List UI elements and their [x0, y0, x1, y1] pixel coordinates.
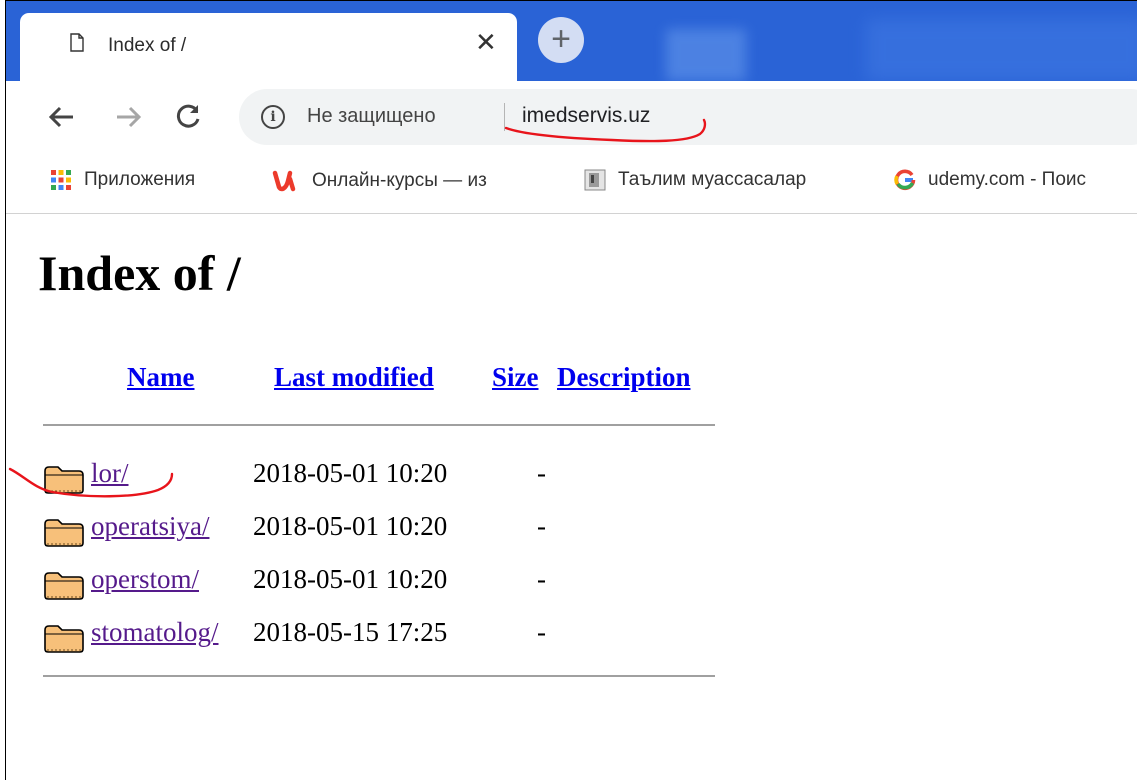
- tab-title: Index of /: [108, 35, 187, 56]
- reload-icon: [176, 104, 200, 128]
- bookmark-label: Таълим муассасалар: [618, 169, 807, 190]
- bookmark-online-courses[interactable]: Онлайн-курсы — из: [272, 169, 564, 197]
- address-bar[interactable]: i Не защищено imedservis.uz: [239, 89, 1137, 145]
- table-row: operstom/ 2018-05-01 10:20 -: [43, 558, 743, 602]
- toolbar: i Не защищено imedservis.uz: [6, 81, 1137, 153]
- modified-date: 2018-05-01 10:20: [253, 458, 448, 488]
- url-text[interactable]: imedservis.uz: [522, 104, 650, 128]
- tab-strip: Index of / ✕ +: [6, 1, 1137, 81]
- table-row: stomatolog/ 2018-05-15 17:25 -: [43, 611, 743, 655]
- folder-link-operatsiya[interactable]: operatsiya/: [91, 511, 209, 542]
- bookmark-udemy-search[interactable]: udemy.com - Поис: [894, 169, 1137, 197]
- info-icon[interactable]: i: [261, 105, 285, 129]
- forward-button[interactable]: [108, 97, 148, 137]
- bookmark-label: udemy.com - Поис: [928, 169, 1087, 190]
- tab-index[interactable]: Index of / ✕: [20, 13, 517, 81]
- reload-button[interactable]: [168, 97, 208, 137]
- file-size: -: [537, 511, 546, 541]
- blurred-region: [666, 29, 746, 81]
- folder-icon: [44, 625, 84, 653]
- sort-by-last-modified-link[interactable]: Last modified: [274, 362, 434, 393]
- divider: [504, 103, 505, 131]
- file-size: -: [537, 617, 546, 647]
- modified-date: 2018-05-15 17:25: [253, 617, 448, 647]
- page-title: Index of /: [38, 245, 241, 301]
- blurred-region: [866, 19, 1137, 81]
- page-thumb-icon: [584, 169, 606, 191]
- sort-by-description-link[interactable]: Description: [557, 362, 690, 393]
- page-icon: [70, 33, 84, 52]
- bookmark-label: Приложения: [84, 169, 196, 190]
- file-size: -: [537, 564, 546, 594]
- folder-icon: [44, 572, 84, 600]
- plus-icon: +: [551, 20, 571, 58]
- bookmark-education[interactable]: Таълим муассасалар: [584, 169, 866, 197]
- udemy-logo-icon: [272, 170, 296, 192]
- browser-window: Index of / ✕ + i Не защищено imedservis.…: [5, 0, 1137, 780]
- modified-date: 2018-05-01 10:20: [253, 564, 448, 594]
- arrow-left-icon: [48, 106, 73, 128]
- page-content: Index of / Name Last modified Size Descr…: [6, 214, 1137, 780]
- modified-date: 2018-05-01 10:20: [253, 511, 448, 541]
- bookmarks-bar: Приложения Онлайн-курсы — из Таълим муас…: [6, 153, 1137, 214]
- sort-by-size-link[interactable]: Size: [492, 362, 539, 393]
- table-row: lor/ 2018-05-01 10:20 -: [43, 452, 743, 496]
- table-row: operatsiya/ 2018-05-01 10:20 -: [43, 505, 743, 549]
- folder-link-lor[interactable]: lor/: [91, 458, 129, 489]
- apps-grid-icon: [51, 170, 71, 190]
- arrow-right-icon: [117, 106, 142, 128]
- security-status[interactable]: Не защищено: [307, 105, 436, 128]
- google-g-icon: [894, 169, 916, 191]
- fade-overlay: [836, 169, 866, 197]
- file-size: -: [537, 458, 546, 488]
- folder-link-operstom[interactable]: operstom/: [91, 564, 199, 595]
- folder-link-stomatolog[interactable]: stomatolog/: [91, 617, 219, 648]
- back-button[interactable]: [42, 97, 82, 137]
- fade-overlay: [534, 169, 564, 197]
- bookmark-apps[interactable]: Приложения: [50, 169, 250, 197]
- close-tab-icon[interactable]: ✕: [475, 29, 497, 55]
- divider-top: [43, 424, 715, 426]
- folder-icon: [44, 519, 84, 547]
- folder-icon: [44, 466, 84, 494]
- sort-by-name-link[interactable]: Name: [127, 362, 194, 393]
- new-tab-button[interactable]: +: [538, 17, 584, 63]
- bookmark-label: Онлайн-курсы — из: [312, 170, 487, 191]
- divider-bottom: [43, 675, 715, 677]
